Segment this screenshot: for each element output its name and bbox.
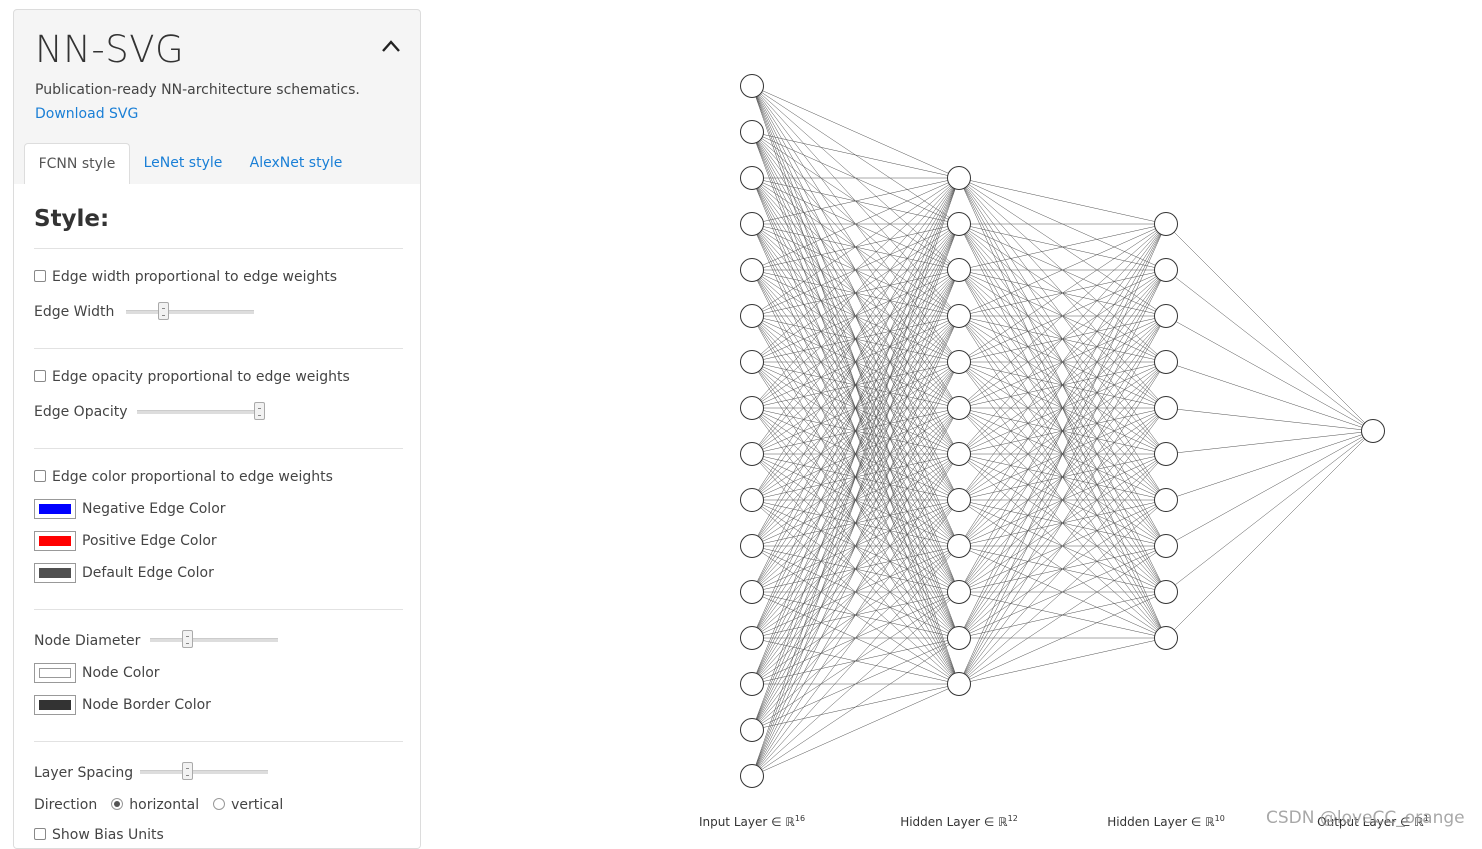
node	[947, 396, 971, 420]
node	[947, 626, 971, 650]
edge	[1165, 407, 1374, 432]
node	[1154, 626, 1178, 650]
node	[740, 534, 764, 558]
node	[740, 350, 764, 374]
node	[1154, 304, 1178, 328]
edge	[1165, 430, 1374, 501]
node	[1154, 534, 1178, 558]
edge	[958, 361, 1167, 685]
node	[740, 580, 764, 604]
edge	[1165, 430, 1374, 547]
node	[740, 626, 764, 650]
layer-label: Hidden Layer ∈ ℝ10	[1107, 814, 1225, 829]
node	[1154, 212, 1178, 236]
node	[740, 74, 764, 98]
edge	[1165, 430, 1374, 455]
node	[740, 396, 764, 420]
edge	[1165, 223, 1374, 432]
node	[1361, 419, 1385, 443]
node	[1154, 442, 1178, 466]
node	[947, 488, 971, 512]
node	[740, 718, 764, 742]
node	[947, 672, 971, 696]
node	[947, 534, 971, 558]
network-diagram: Input Layer ∈ ℝ16 Hidden Layer ∈ ℝ12 Hidde…	[699, 74, 1429, 829]
node	[947, 350, 971, 374]
edge	[1165, 315, 1374, 432]
node	[740, 488, 764, 512]
node	[740, 442, 764, 466]
edge	[958, 177, 1167, 225]
edge	[751, 683, 960, 777]
node	[947, 442, 971, 466]
watermark: CSDN @loveCC_orange	[1266, 808, 1465, 828]
layer-label: Input Layer ∈ ℝ16	[699, 814, 805, 829]
node	[947, 258, 971, 282]
node	[1154, 580, 1178, 604]
layer-label: Hidden Layer ∈ ℝ12	[900, 814, 1018, 829]
node	[740, 672, 764, 696]
edges-group	[751, 85, 1374, 777]
edge	[1165, 430, 1374, 593]
edge	[958, 269, 1167, 685]
edge	[1165, 361, 1374, 432]
node	[740, 212, 764, 236]
node	[740, 258, 764, 282]
node	[740, 166, 764, 190]
edge	[1165, 430, 1374, 639]
edge	[751, 85, 960, 179]
node	[947, 212, 971, 236]
node	[947, 304, 971, 328]
node	[1154, 258, 1178, 282]
node	[740, 120, 764, 144]
node	[947, 166, 971, 190]
node	[1154, 488, 1178, 512]
node	[740, 764, 764, 788]
node	[1154, 350, 1178, 374]
edge	[958, 637, 1167, 685]
node	[740, 304, 764, 328]
node	[947, 580, 971, 604]
node	[1154, 396, 1178, 420]
edge	[1165, 269, 1374, 432]
